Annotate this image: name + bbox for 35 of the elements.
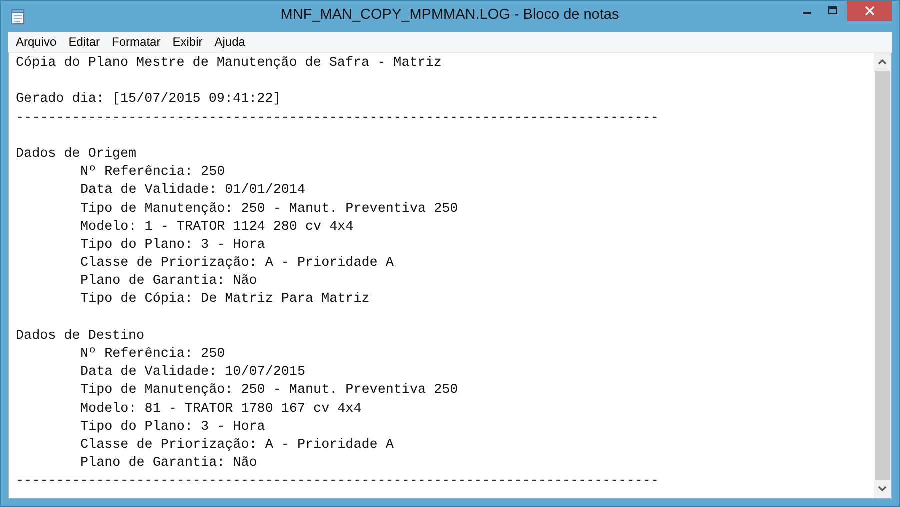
menu-item[interactable]: Exibir: [166, 35, 209, 49]
scrollbar[interactable]: [874, 53, 891, 498]
text-line: Data de Validade: 10/07/2015: [80, 364, 306, 382]
text-line: --------------------------------------------------------------------------------: [16, 473, 660, 492]
text-line: Tipo de Manutenção: 250 - Manut. Preventiva 250: [80, 200, 460, 218]
text-line: Plano de Garantia: Não: [80, 273, 258, 292]
text-line: Cópia do Plano Mestre de Manutenção de Safra - Matriz: [16, 55, 443, 73]
close-icon: [864, 6, 874, 16]
text-line: Plano de Garantia: Não: [80, 455, 258, 474]
text-line: Modelo: 81 - TRATOR 1780 167 cv 4x4: [80, 400, 363, 419]
text-line: Tipo do Plano: 3 - Hora: [80, 418, 266, 437]
menu-item[interactable]: Ajuda: [208, 35, 252, 49]
text-line: Gerado dia: [15/07/2015 09:41:22]: [16, 91, 282, 110]
text-line: Nº Referência: 250: [80, 346, 226, 364]
text-line: Tipo de Manutenção: 250 - Manut. Preventiva 250: [80, 382, 460, 400]
text-line: Tipo de Cópia: De Matriz Para Matriz: [80, 291, 371, 310]
text-line: Data de Validade: 01/01/2014: [80, 182, 306, 200]
text-line: Classe de Priorização: A - Prioridade A: [80, 255, 395, 274]
close-button[interactable]: [847, 1, 892, 21]
text-line: Nº Referência: 250: [80, 164, 226, 182]
text-line: Tipo do Plano: 3 - Hora: [80, 236, 266, 255]
maximize-icon: [828, 6, 838, 16]
text-line: Dados de Destino: [16, 328, 146, 346]
text-line: --------------------------------------------------------------------------------: [16, 110, 660, 128]
menu-item[interactable]: Arquivo: [10, 35, 63, 49]
scroll-down-icon[interactable]: [878, 486, 887, 492]
text-line: Modelo: 1 - TRATOR 1124 280 cv 4x4: [80, 218, 355, 237]
menu-item[interactable]: Editar: [62, 35, 106, 49]
window-title: MNF_MAN_COPY_MPMMAN.LOG - Bloco de notas: [280, 7, 620, 23]
notepad-icon: [11, 8, 25, 24]
text-line: Classe de Priorização: A - Prioridade A: [80, 436, 395, 455]
menu-item[interactable]: Formatar: [106, 35, 167, 49]
scroll-up-icon[interactable]: [878, 59, 887, 65]
scrollbar-thumb[interactable]: [875, 71, 890, 480]
text-line: Dados de Origem: [16, 146, 138, 164]
